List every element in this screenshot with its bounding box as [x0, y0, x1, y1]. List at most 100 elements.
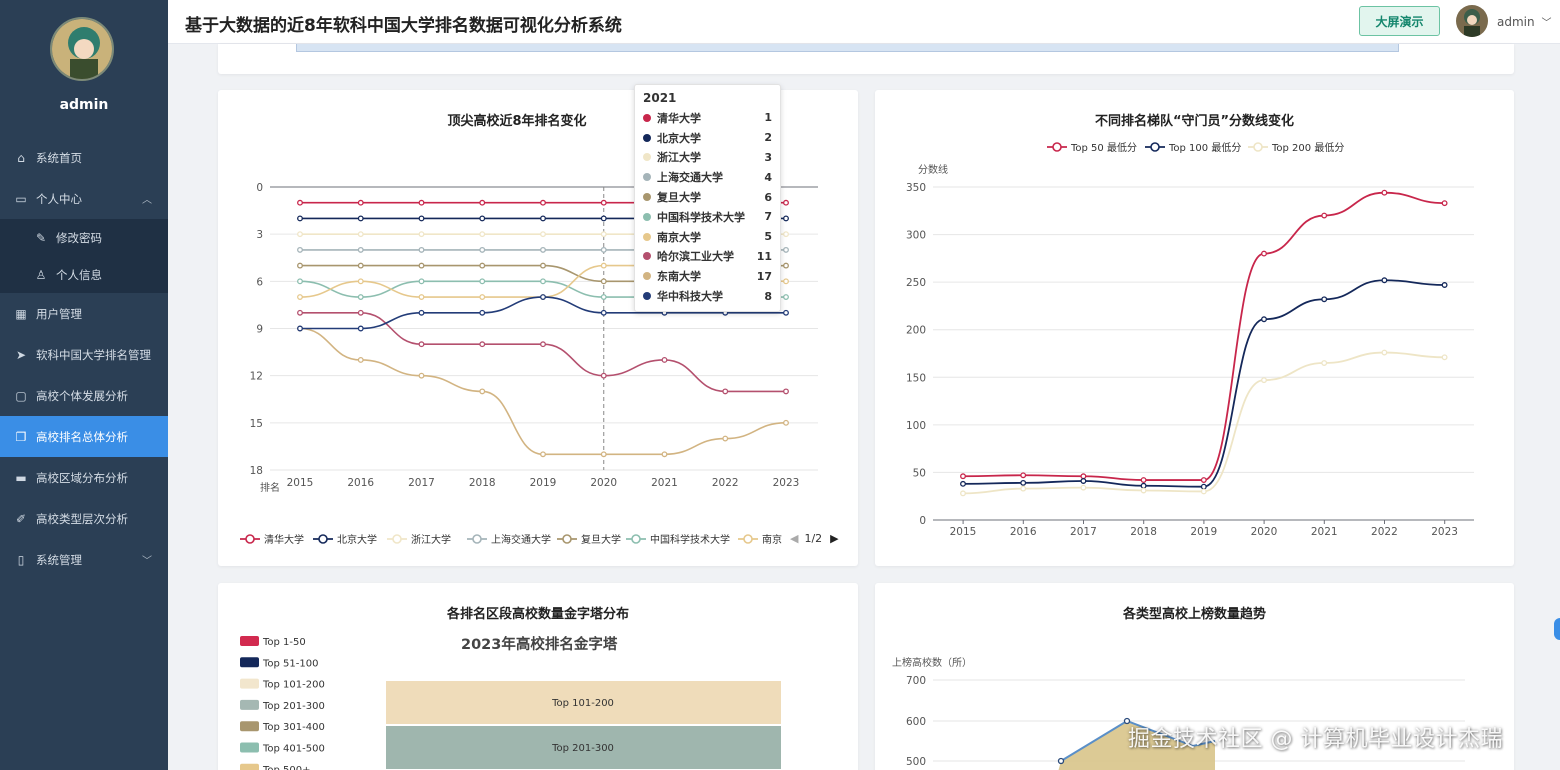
legend-marker — [1253, 142, 1263, 152]
data-point — [479, 231, 486, 238]
data-point — [297, 199, 303, 206]
data-point — [418, 215, 425, 222]
series-line — [299, 327, 787, 456]
tooltip-marker — [643, 272, 651, 281]
data-point — [297, 294, 303, 301]
x-tick-label: 2017 — [1070, 526, 1097, 538]
data-point — [1080, 484, 1087, 491]
data-point — [783, 231, 789, 238]
legend-marker — [318, 534, 328, 544]
legend-prev-icon[interactable]: ◀ — [790, 532, 798, 545]
x-tick-label: 2021 — [1311, 526, 1338, 538]
tooltip-row: 哈尔滨工业大学 11 — [643, 247, 772, 267]
data-point — [418, 278, 425, 285]
sidebar-item-label: 系统管理 — [36, 552, 82, 567]
tooltip-row: 东南大学 17 — [643, 266, 772, 286]
data-point — [1200, 477, 1207, 483]
data-point — [661, 356, 668, 363]
data-point — [540, 215, 546, 222]
x-tick-label: 2023 — [773, 477, 800, 489]
legend-label: Top 301-400 — [262, 722, 325, 733]
data-point — [297, 231, 303, 238]
tooltip-marker — [643, 212, 651, 221]
user-avatar[interactable] — [50, 17, 114, 81]
data-point — [1381, 277, 1388, 284]
data-point — [1020, 479, 1027, 486]
y-tick-label: 0 — [919, 515, 926, 527]
legend-label: 南京 — [762, 533, 782, 546]
tooltip-marker — [643, 232, 651, 241]
sidebar-item-user-management[interactable]: ▦ 用户管理 — [0, 293, 168, 334]
data-point — [783, 215, 789, 222]
tooltip-title: 2021 — [643, 91, 677, 105]
sidebar-item-overall-analysis[interactable]: ❐ 高校排名总体分析 — [0, 416, 168, 457]
x-tick-label: 2020 — [590, 477, 617, 489]
data-point — [540, 246, 546, 253]
data-point — [540, 451, 546, 458]
data-point — [479, 262, 486, 269]
legend-marker — [1150, 142, 1160, 152]
series-line — [962, 279, 1445, 488]
data-point — [418, 372, 425, 379]
data-point — [418, 341, 425, 348]
header-avatar[interactable] — [1456, 5, 1488, 37]
user-icon: ♙ — [35, 267, 47, 282]
x-tick-label: 2022 — [1371, 526, 1398, 538]
series-line — [299, 311, 786, 393]
sidebar-item-system-management[interactable]: ▯ 系统管理 ﹀ — [0, 539, 168, 580]
data-point — [357, 294, 364, 301]
data-point — [600, 231, 607, 238]
sidebar-item-change-password[interactable]: ✎ 修改密码 — [0, 219, 168, 256]
legend-marker — [392, 534, 402, 544]
data-point — [783, 278, 789, 285]
legend-pager[interactable]: ◀ 1/2 ▶ — [790, 532, 839, 545]
x-tick-label: 2019 — [1190, 526, 1217, 538]
sidebar-item-label: 高校类型层次分析 — [36, 511, 128, 526]
legend-marker — [562, 534, 572, 544]
sidebar-item-personal-center[interactable]: ▭ 个人中心 ︿ — [0, 178, 168, 219]
tooltip-value: 11 — [756, 249, 772, 263]
sidebar-item-label: 个人信息 — [56, 267, 102, 282]
tooltip-value: 2 — [764, 131, 772, 145]
tooltip-value: 4 — [764, 170, 772, 184]
data-point — [1080, 478, 1087, 484]
copy-icon: ❐ — [15, 429, 27, 444]
header-user-dropdown[interactable]: admin ﹀ — [1497, 14, 1551, 29]
sidebar-item-label: 高校区域分布分析 — [36, 470, 128, 485]
y-tick-label: 350 — [906, 182, 926, 194]
data-point — [783, 388, 789, 395]
pyramid-chart[interactable]: Top 1-50 Top 51-100 Top 101-200 Top 201-300… — [218, 583, 858, 770]
cutoff-chart[interactable]: 0 50 100 150 200 250 300 350 2015 2016 2017 2018 201… — [875, 90, 1514, 566]
sidebar-item-ranking-management[interactable]: ➤ 软科中国大学排名管理 — [0, 334, 168, 375]
x-tick-label: 2023 — [1431, 526, 1458, 538]
sidebar-item-home[interactable]: ⌂ 系统首页 — [0, 137, 168, 178]
big-screen-button[interactable]: 大屏演示 — [1359, 6, 1440, 36]
y-tick-label: 600 — [906, 716, 926, 728]
sidebar-item-region-analysis[interactable]: ▬ 高校区域分布分析 — [0, 457, 168, 498]
sidebar-item-type-analysis[interactable]: ✐ 高校类型层次分析 — [0, 498, 168, 539]
tooltip-series-name: 复旦大学 — [657, 191, 701, 205]
legend-marker — [631, 534, 641, 544]
chart-icon: ▦ — [15, 306, 27, 321]
legend-label: Top 201-300 — [262, 701, 325, 712]
sidebar-item-personal-info[interactable]: ♙ 个人信息 — [0, 256, 168, 293]
sidebar-item-individual-analysis[interactable]: ▢ 高校个体发展分析 — [0, 375, 168, 416]
legend-label: Top 50 最低分 — [1070, 141, 1137, 154]
data-point — [297, 215, 303, 222]
tooltip-marker — [643, 153, 651, 162]
data-point — [540, 294, 546, 301]
legend-next-icon[interactable]: ▶ — [830, 532, 838, 545]
data-point — [783, 246, 789, 253]
tooltip-marker — [643, 113, 651, 122]
data-point — [1321, 360, 1328, 366]
legend-marker — [1052, 142, 1062, 152]
x-tick-label: 2021 — [651, 477, 678, 489]
data-point — [479, 388, 486, 395]
floating-scroll-handle[interactable] — [1554, 618, 1560, 640]
legend-label: 清华大学 — [264, 533, 304, 546]
top-partial-panel — [218, 44, 1514, 74]
data-point — [479, 294, 486, 301]
tooltip-row: 浙江大学 3 — [643, 148, 772, 168]
data-point — [540, 341, 546, 348]
data-point — [479, 215, 486, 222]
